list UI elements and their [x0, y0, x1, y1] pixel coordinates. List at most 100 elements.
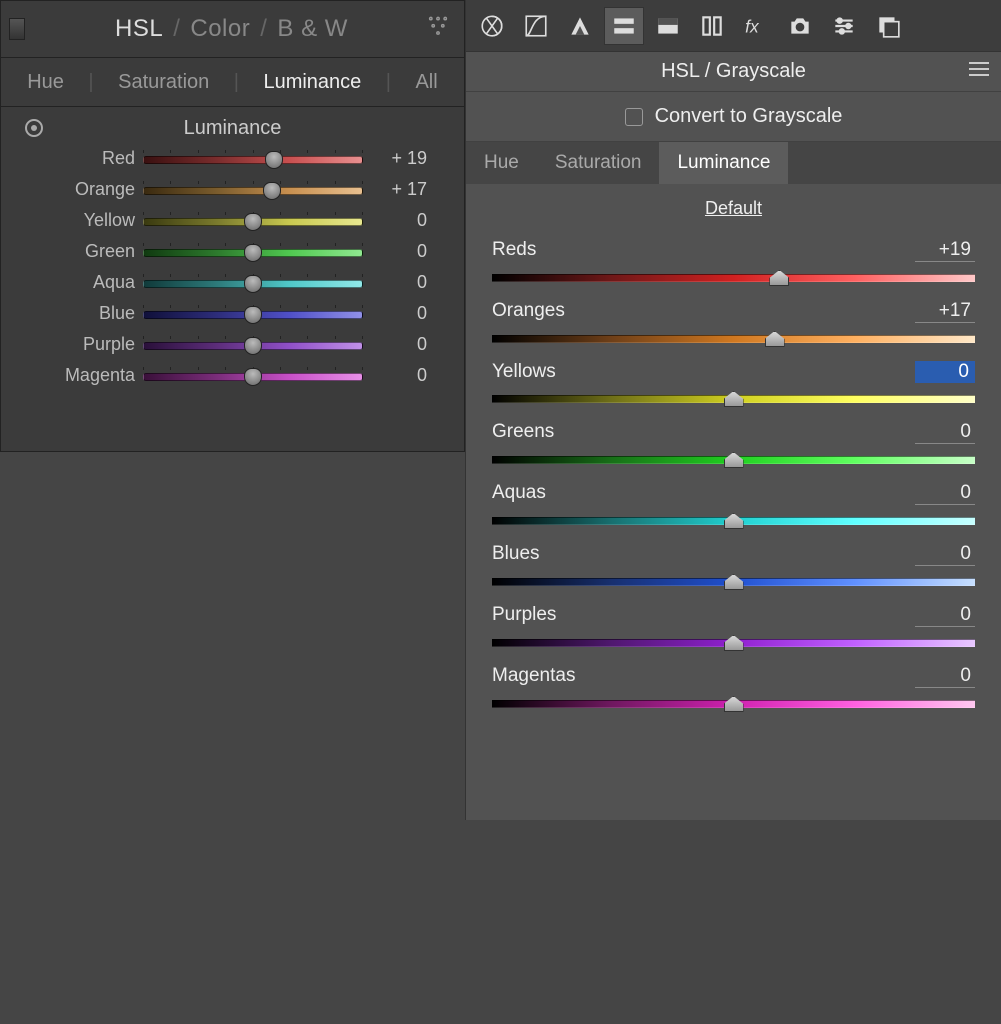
luminance-slider-aqua[interactable] — [143, 273, 363, 293]
convert-grayscale-label: Convert to Grayscale — [655, 105, 843, 128]
tab-toolbar: fx — [466, 0, 1001, 52]
presets-icon[interactable] — [824, 7, 864, 45]
mode-color[interactable]: Color — [190, 15, 250, 43]
luminance-slider-reds[interactable] — [492, 268, 975, 286]
luminance-slider-yellow[interactable] — [143, 211, 363, 231]
slider-value[interactable]: +19 — [915, 239, 975, 262]
basic-icon[interactable] — [472, 7, 512, 45]
slider-value[interactable]: 0 — [371, 210, 431, 231]
detail-icon[interactable] — [560, 7, 600, 45]
luminance-slider-red[interactable] — [143, 149, 363, 169]
slider-thumb-icon[interactable] — [724, 696, 744, 712]
convert-grayscale-checkbox[interactable] — [625, 108, 643, 126]
slider-label: Green — [15, 241, 135, 262]
slider-thumb-icon[interactable] — [265, 151, 283, 169]
slider-thumb-icon[interactable] — [263, 182, 281, 200]
luminance-slider-orange[interactable] — [143, 180, 363, 200]
property-tabs: Hue Saturation Luminance — [466, 142, 1001, 184]
slider-row-magentas: Magentas 0 — [492, 665, 975, 712]
slider-value[interactable]: 0 — [371, 272, 431, 293]
slider-thumb-icon[interactable] — [724, 391, 744, 407]
slider-thumb-icon[interactable] — [244, 275, 262, 293]
luminance-slider-oranges[interactable] — [492, 329, 975, 347]
luminance-slider-blue[interactable] — [143, 304, 363, 324]
slider-thumb-icon[interactable] — [769, 270, 789, 286]
slider-value[interactable]: 0 — [915, 604, 975, 627]
camera-icon[interactable] — [780, 7, 820, 45]
slider-label: Greens — [492, 421, 554, 444]
slider-thumb-icon[interactable] — [724, 574, 744, 590]
slider-thumb-icon[interactable] — [244, 337, 262, 355]
luminance-slider-aquas[interactable] — [492, 511, 975, 529]
tab-hue[interactable]: Hue — [466, 142, 537, 184]
slider-label: Purples — [492, 604, 556, 627]
mode-bw[interactable]: B & W — [277, 15, 348, 43]
slider-thumb-icon[interactable] — [244, 213, 262, 231]
slider-value[interactable]: +17 — [915, 300, 975, 323]
separator: / — [260, 15, 267, 43]
tab-luminance[interactable]: Luminance — [263, 71, 361, 94]
grayscale-toggle-row: Convert to Grayscale — [466, 92, 1001, 142]
slider-label: Magenta — [15, 365, 135, 386]
slider-value[interactable]: 0 — [915, 543, 975, 566]
tab-all[interactable]: All — [415, 71, 437, 94]
tab-saturation[interactable]: Saturation — [537, 142, 660, 184]
mode-hsl[interactable]: HSL — [115, 15, 163, 43]
panel-menu-icon[interactable] — [969, 62, 989, 76]
lightroom-hsl-panel: HSL / Color / B & W Hue | Saturation | L… — [0, 0, 465, 452]
slider-value[interactable]: 0 — [915, 361, 975, 383]
split-icon[interactable] — [648, 7, 688, 45]
slider-thumb-icon[interactable] — [244, 306, 262, 324]
slider-thumb-icon[interactable] — [765, 331, 785, 347]
fx-icon[interactable]: fx — [736, 7, 776, 45]
slider-value[interactable]: 0 — [915, 421, 975, 444]
slider-label: Reds — [492, 239, 536, 262]
slider-value[interactable]: 0 — [371, 241, 431, 262]
slider-row-oranges: Oranges +17 — [492, 300, 975, 347]
slider-value[interactable]: 0 — [915, 482, 975, 505]
property-tabs: Hue | Saturation | Luminance | All — [1, 57, 464, 107]
curve-icon[interactable] — [516, 7, 556, 45]
slider-value[interactable]: + 17 — [371, 179, 431, 200]
luminance-slider-blues[interactable] — [492, 572, 975, 590]
tab-luminance[interactable]: Luminance — [659, 142, 788, 184]
hsl-icon[interactable] — [604, 7, 644, 45]
slider-value[interactable]: 0 — [371, 365, 431, 386]
luminance-slider-green[interactable] — [143, 242, 363, 262]
slider-label: Purple — [15, 334, 135, 355]
slider-row-yellows: Yellows 0 — [492, 361, 975, 407]
snapshots-icon[interactable] — [868, 7, 908, 45]
luminance-slider-magenta[interactable] — [143, 366, 363, 386]
tab-hue[interactable]: Hue — [27, 71, 64, 94]
slider-thumb-icon[interactable] — [724, 452, 744, 468]
slider-row-green: Green 0 — [15, 241, 450, 262]
slider-label: Oranges — [492, 300, 565, 323]
slider-value[interactable]: 0 — [371, 334, 431, 355]
luminance-slider-magentas[interactable] — [492, 694, 975, 712]
mode-switcher: HSL / Color / B & W — [115, 15, 348, 43]
luminance-slider-yellows[interactable] — [492, 389, 975, 407]
slider-row-greens: Greens 0 — [492, 421, 975, 468]
targeted-adjust-icon[interactable] — [426, 15, 450, 39]
target-adjust-icon[interactable] — [25, 119, 43, 137]
luminance-slider-greens[interactable] — [492, 450, 975, 468]
slider-row-orange: Orange + 17 — [15, 179, 450, 200]
tab-saturation[interactable]: Saturation — [118, 71, 209, 94]
slider-thumb-icon[interactable] — [244, 368, 262, 386]
default-link[interactable]: Default — [492, 198, 975, 219]
lens-icon[interactable] — [692, 7, 732, 45]
slider-thumb-icon[interactable] — [244, 244, 262, 262]
slider-row-purples: Purples 0 — [492, 604, 975, 651]
slider-value[interactable]: 0 — [915, 665, 975, 688]
slider-row-purple: Purple 0 — [15, 334, 450, 355]
slider-thumb-icon[interactable] — [724, 513, 744, 529]
slider-thumb-icon[interactable] — [724, 635, 744, 651]
slider-value[interactable]: + 19 — [371, 148, 431, 169]
luminance-slider-purple[interactable] — [143, 335, 363, 355]
slider-row-blues: Blues 0 — [492, 543, 975, 590]
section-title-label: Luminance — [184, 117, 282, 139]
slider-value[interactable]: 0 — [371, 303, 431, 324]
panel-swatch-icon[interactable] — [9, 18, 25, 40]
slider-label: Aquas — [492, 482, 546, 505]
luminance-slider-purples[interactable] — [492, 633, 975, 651]
